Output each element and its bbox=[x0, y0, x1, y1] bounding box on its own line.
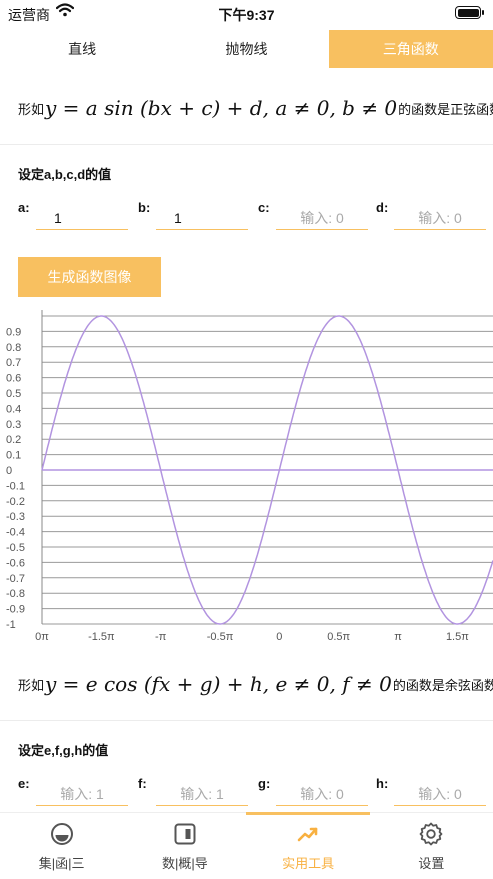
nav-item-tools[interactable]: 实用工具 bbox=[247, 813, 370, 879]
y-tick-label: 0.3 bbox=[6, 419, 21, 431]
tablet-icon bbox=[174, 823, 196, 845]
y-tick-label: 0.1 bbox=[6, 450, 21, 462]
x-tick-label: 1.5π bbox=[446, 631, 469, 643]
x-tick-label: -0.5π bbox=[207, 631, 234, 643]
param-e-label: e: bbox=[18, 776, 30, 791]
param-f-input[interactable] bbox=[156, 782, 248, 806]
nav-item-numbers-probability[interactable]: 数|概|导 bbox=[123, 813, 246, 879]
x-tick-label: π bbox=[394, 631, 402, 643]
bottom-nav: 集|函|三 数|概|导 实用工具 设置 bbox=[0, 812, 493, 879]
y-tick-label: 0.6 bbox=[6, 373, 21, 385]
cos-formula-expression: y = e cos (fx + g) + h, e ≠ 0, f ≠ 0 bbox=[45, 672, 392, 696]
tab-trig-functions[interactable]: 三角函数 bbox=[328, 30, 493, 68]
param-c-input[interactable] bbox=[276, 206, 368, 230]
set-icon bbox=[50, 823, 73, 845]
nav-label: 集|函|三 bbox=[38, 856, 85, 871]
divider bbox=[0, 720, 493, 721]
param-g-input[interactable] bbox=[276, 782, 368, 806]
y-tick-label: -0.1 bbox=[6, 480, 25, 492]
param-a-input[interactable] bbox=[36, 206, 128, 230]
nav-item-settings[interactable]: 设置 bbox=[370, 813, 493, 879]
param-b-label: b: bbox=[138, 200, 151, 215]
cos-params-title: 设定e,f,g,h的值 bbox=[18, 743, 109, 758]
y-tick-label: -0.9 bbox=[6, 604, 25, 616]
y-tick-label: -0.2 bbox=[6, 496, 25, 508]
param-g-label: g: bbox=[258, 776, 271, 791]
divider bbox=[0, 144, 493, 145]
y-tick-label: -0.8 bbox=[6, 588, 25, 600]
y-tick-label: -1 bbox=[6, 619, 16, 631]
y-tick-label: -0.7 bbox=[6, 573, 25, 585]
sin-formula: 形如 y = a sin (bx + c) + d, a ≠ 0, b ≠ 0 … bbox=[18, 96, 493, 120]
sin-formula-prefix: 形如 bbox=[18, 101, 45, 117]
battery-icon bbox=[455, 6, 484, 19]
nav-label: 数|概|导 bbox=[161, 856, 208, 871]
param-h-input[interactable] bbox=[394, 782, 486, 806]
param-d-input[interactable] bbox=[394, 206, 486, 230]
param-h-label: h: bbox=[376, 776, 389, 791]
y-tick-label: 0.9 bbox=[6, 326, 21, 338]
param-a-label: a: bbox=[18, 200, 30, 215]
y-tick-label: 0.8 bbox=[6, 342, 21, 354]
nav-item-sets-functions[interactable]: 集|函|三 bbox=[0, 813, 123, 879]
y-tick-label: -0.5 bbox=[6, 542, 25, 554]
trend-chart-icon bbox=[297, 827, 318, 842]
cos-formula-prefix: 形如 bbox=[18, 677, 45, 693]
generate-graph-button[interactable]: 生成函数图像 bbox=[18, 257, 161, 297]
sin-formula-expression: y = a sin (bx + c) + d, a ≠ 0, b ≠ 0 bbox=[45, 96, 398, 120]
x-tick-label: -1.5π bbox=[88, 631, 115, 643]
param-e-input[interactable] bbox=[36, 782, 128, 806]
x-tick-label: 0 bbox=[276, 631, 282, 643]
y-tick-label: 0.4 bbox=[6, 403, 21, 415]
gear-icon bbox=[419, 822, 443, 846]
param-c-label: c: bbox=[258, 200, 270, 215]
y-tick-label: 0.2 bbox=[6, 434, 21, 446]
param-d-label: d: bbox=[376, 200, 389, 215]
cos-formula-suffix: 的函数是余弦函数 bbox=[392, 677, 493, 693]
status-bar: 运营商 下午9:37 bbox=[0, 0, 493, 26]
sin-params-title: 设定a,b,c,d的值 bbox=[18, 167, 112, 182]
active-tab-indicator bbox=[246, 812, 370, 815]
tab-parabola[interactable]: 抛物线 bbox=[164, 30, 328, 68]
nav-label: 设置 bbox=[418, 856, 445, 871]
cos-formula: 形如 y = e cos (fx + g) + h, e ≠ 0, f ≠ 0 … bbox=[18, 672, 493, 696]
param-b-input[interactable] bbox=[156, 206, 248, 230]
nav-label: 实用工具 bbox=[282, 856, 335, 871]
sin-formula-suffix: 的函数是正弦函数 bbox=[398, 101, 493, 117]
tab-line[interactable]: 直线 bbox=[0, 30, 164, 68]
x-tick-label: 0.5π bbox=[327, 631, 350, 643]
y-tick-label: -0.3 bbox=[6, 511, 25, 523]
x-tick-label: 0π bbox=[35, 631, 49, 643]
x-tick-label: -π bbox=[155, 631, 167, 643]
clock: 下午9:37 bbox=[218, 7, 275, 23]
y-tick-label: -0.6 bbox=[6, 557, 25, 569]
function-graph: 0.9 0.8 0.7 0.6 0.5 0.4 0.3 0.2 0.1 0 -0.1 -0.2 -0.3… bbox=[6, 310, 493, 643]
y-tick-label: 0.5 bbox=[6, 388, 21, 400]
y-tick-label: 0 bbox=[6, 465, 12, 477]
function-type-tabs: 直线 抛物线 三角函数 bbox=[0, 30, 493, 68]
param-f-label: f: bbox=[138, 776, 147, 791]
y-tick-label: 0.7 bbox=[6, 357, 21, 369]
y-tick-label: -0.4 bbox=[6, 527, 25, 539]
